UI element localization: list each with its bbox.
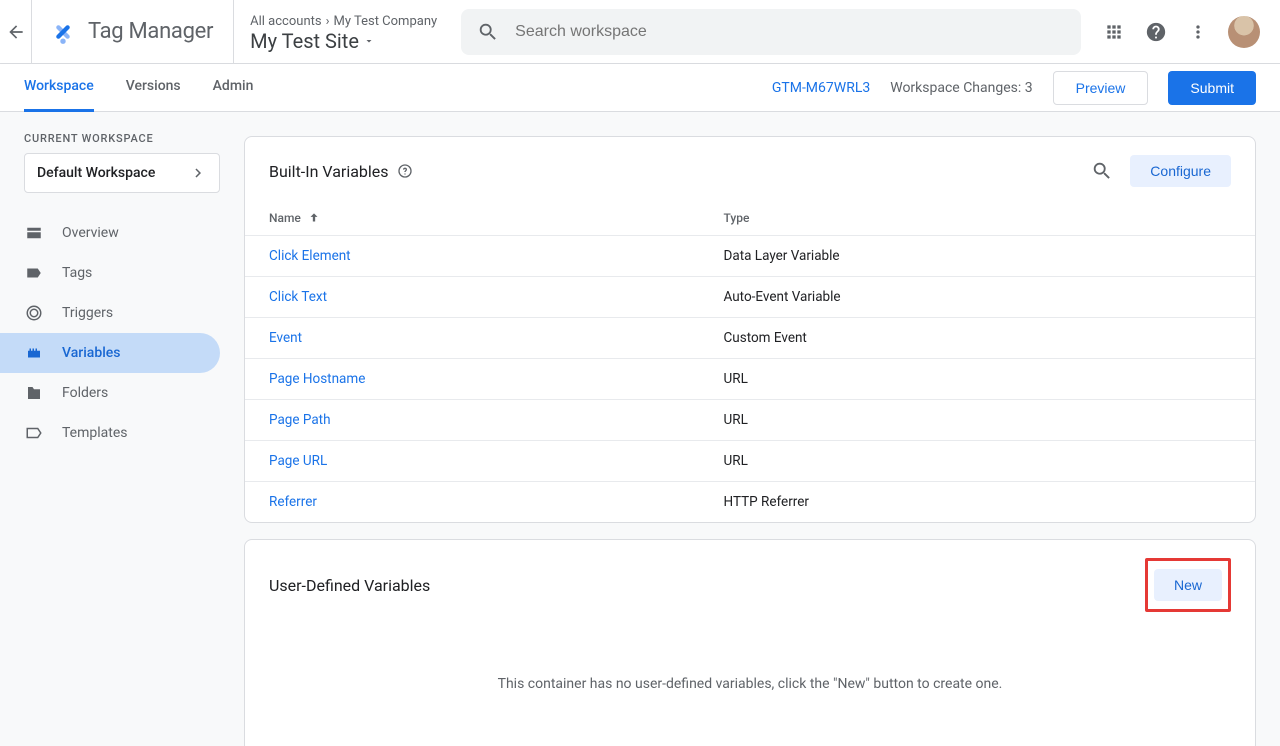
container-selector[interactable]: My Test Site [250,29,437,53]
folder-icon [24,384,44,402]
apps-button[interactable] [1102,20,1126,44]
sidebar-item-label: Triggers [62,305,113,321]
builtin-table: Name Type Click Element Data Layer Variab… [245,201,1255,522]
tagmanager-logo-icon [50,19,76,45]
userdef-title: User-Defined Variables [269,576,430,595]
sidebar-item-label: Templates [62,425,128,441]
sidebar-item-triggers[interactable]: Triggers [0,293,220,333]
sidebar-item-overview[interactable]: Overview [0,213,220,253]
configure-button[interactable]: Configure [1130,155,1231,187]
apps-grid-icon [1104,22,1124,42]
variable-name-link[interactable]: Click Text [269,289,327,305]
variable-type: URL [700,441,1256,482]
sidebar-item-templates[interactable]: Templates [0,413,220,453]
avatar[interactable] [1228,16,1260,48]
search-builtin-button[interactable] [1090,159,1114,183]
preview-button[interactable]: Preview [1053,71,1149,105]
help-icon [1145,21,1167,43]
more-button[interactable] [1186,20,1210,44]
variable-icon [24,344,44,362]
table-row[interactable]: Click Text Auto-Event Variable [245,277,1255,318]
userdef-empty-message: This container has no user-defined varia… [245,626,1255,746]
table-row[interactable]: Page Path URL [245,400,1255,441]
product-name: Tag Manager [88,19,213,44]
chevron-right-icon: › [326,14,330,29]
overview-icon [24,224,44,242]
breadcrumb-accounts: All accounts [250,14,321,29]
workspace-selector[interactable]: Default Workspace [24,153,220,193]
more-vert-icon [1188,22,1208,42]
submit-button[interactable]: Submit [1168,71,1256,105]
breadcrumb[interactable]: All accounts › My Test Company [250,14,437,29]
variable-name-link[interactable]: Event [269,330,302,346]
table-row[interactable]: Referrer HTTP Referrer [245,482,1255,523]
userdef-variables-card: User-Defined Variables New This containe… [244,539,1256,746]
search-input[interactable] [515,23,1065,41]
table-row[interactable]: Event Custom Event [245,318,1255,359]
variable-type: Auto-Event Variable [700,277,1256,318]
variable-type: HTTP Referrer [700,482,1256,523]
container-id-link[interactable]: GTM-M67WRL3 [772,80,870,96]
trigger-icon [24,304,44,322]
variable-type: Data Layer Variable [700,236,1256,277]
col-type-header[interactable]: Type [700,201,1256,236]
new-variable-button[interactable]: New [1154,569,1222,601]
variable-name-link[interactable]: Page URL [269,453,327,469]
tab-versions[interactable]: Versions [126,64,181,112]
col-name-header[interactable]: Name [269,211,301,225]
variable-name-link[interactable]: Page Hostname [269,371,365,387]
variable-name-link[interactable]: Page Path [269,412,331,428]
sidebar-item-label: Tags [62,265,92,281]
table-row[interactable]: Click Element Data Layer Variable [245,236,1255,277]
back-button[interactable] [0,0,32,64]
tab-admin[interactable]: Admin [213,64,254,112]
help-outline-icon[interactable] [397,163,413,179]
help-button[interactable] [1144,20,1168,44]
workspace-changes: Workspace Changes: 3 [890,80,1032,96]
chevron-right-icon [189,164,207,182]
tab-workspace[interactable]: Workspace [24,64,94,112]
breadcrumb-company: My Test Company [334,14,438,29]
sidebar-item-label: Overview [62,225,119,241]
tag-icon [24,264,44,282]
caret-down-icon [363,35,375,47]
sidebar-item-folders[interactable]: Folders [0,373,220,413]
arrow-left-icon [6,22,26,42]
builtin-title: Built-In Variables [269,162,413,181]
arrow-up-icon [307,211,321,225]
template-icon [24,424,44,442]
search-icon [1091,160,1113,182]
sidebar-item-label: Folders [62,385,108,401]
variable-type: URL [700,359,1256,400]
variable-name-link[interactable]: Referrer [269,494,317,510]
variable-type: URL [700,400,1256,441]
sidebar-item-label: Variables [62,345,120,361]
sidebar-item-variables[interactable]: Variables [0,333,220,373]
sidebar-item-tags[interactable]: Tags [0,253,220,293]
variable-type: Custom Event [700,318,1256,359]
search-icon [477,21,499,43]
product-logo-area[interactable]: Tag Manager [32,0,234,64]
builtin-variables-card: Built-In Variables Configure Name Type C… [244,136,1256,523]
variable-name-link[interactable]: Click Element [269,248,351,264]
workspace-name: Default Workspace [37,165,155,181]
annotation-highlight: New [1145,558,1231,612]
table-row[interactable]: Page Hostname URL [245,359,1255,400]
search-box[interactable] [461,9,1081,55]
site-name: My Test Site [250,29,359,53]
current-workspace-label: CURRENT WORKSPACE [0,132,244,153]
table-row[interactable]: Page URL URL [245,441,1255,482]
